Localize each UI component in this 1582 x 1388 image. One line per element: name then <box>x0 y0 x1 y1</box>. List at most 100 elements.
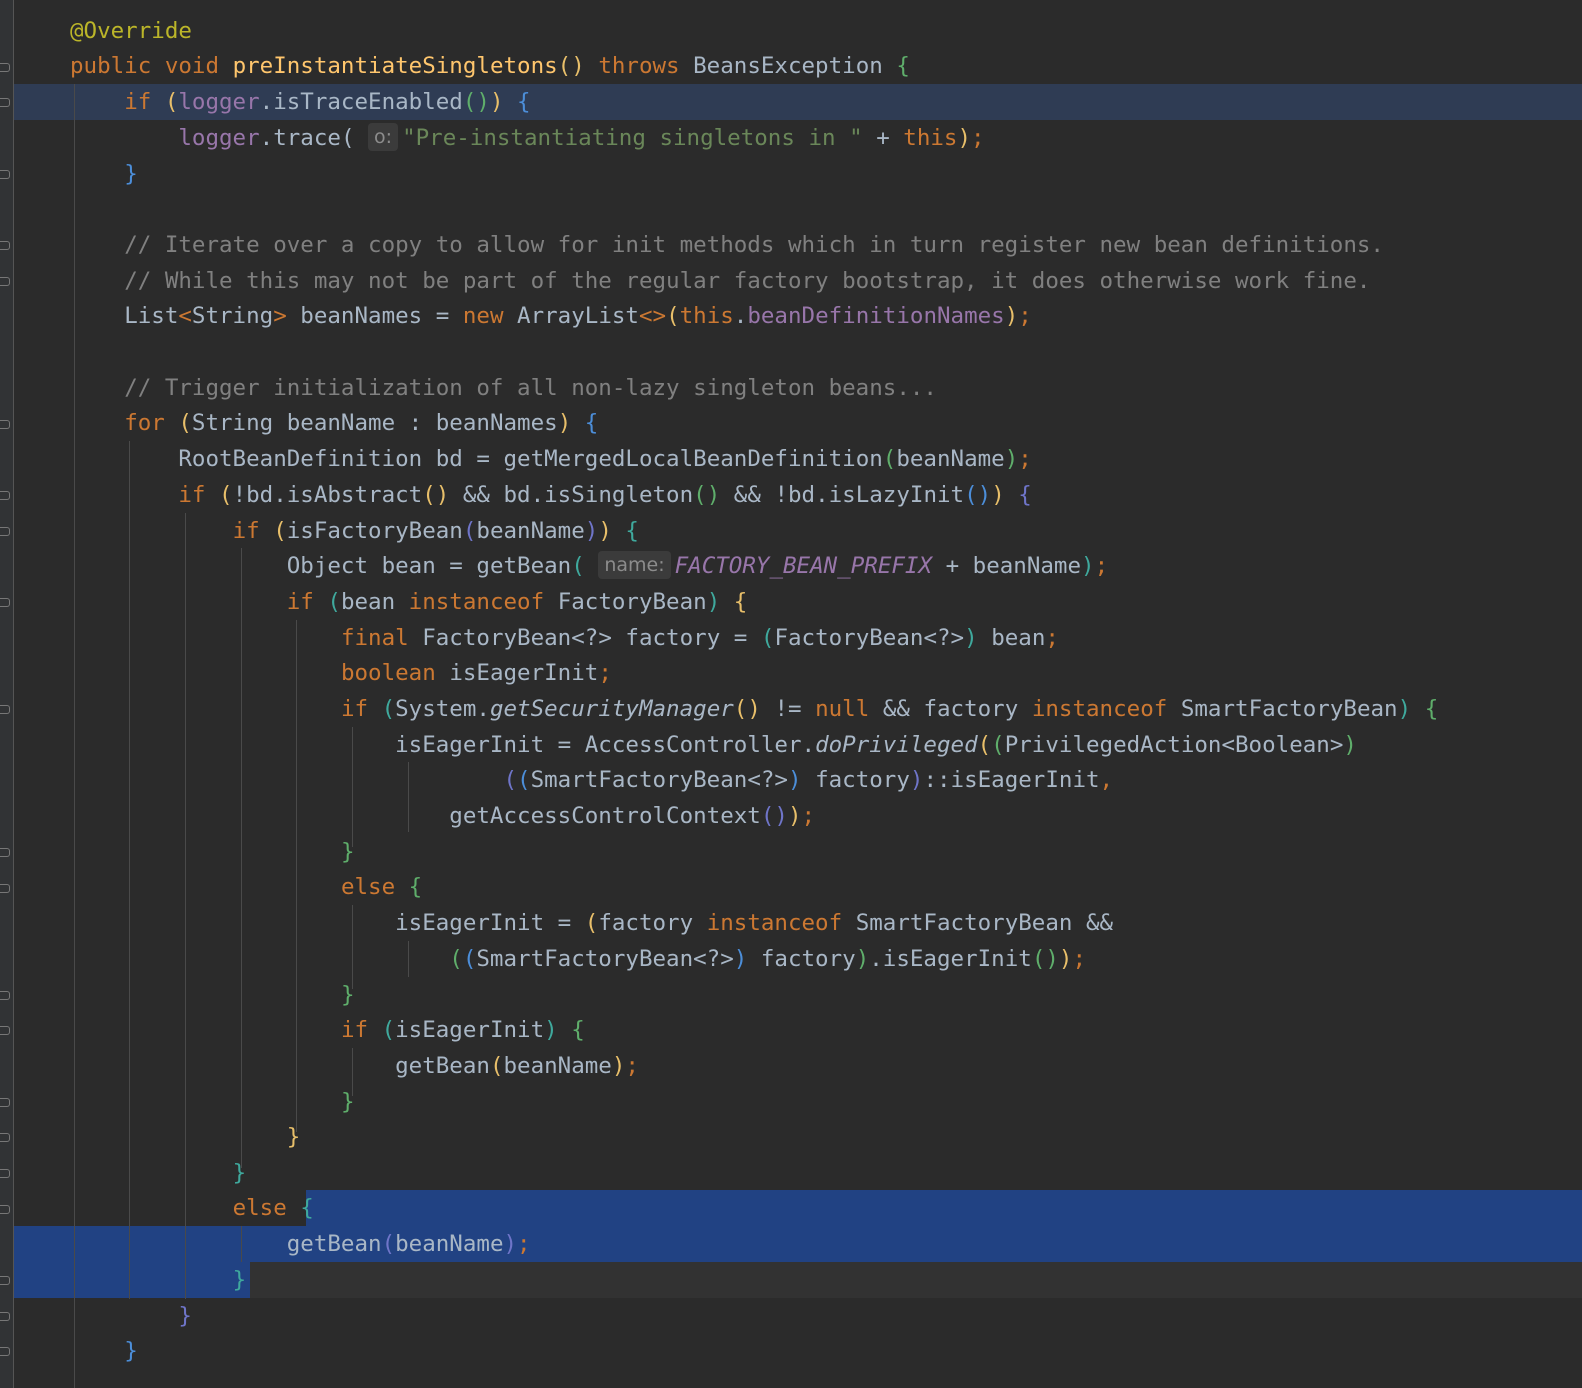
editor-gutter[interactable] <box>0 0 14 1388</box>
fold-marker-icon[interactable] <box>0 848 10 857</box>
fold-marker-icon[interactable] <box>0 1347 10 1356</box>
keyword-token: public <box>70 53 152 79</box>
comment-token: // Iterate over a copy to allow for init… <box>124 232 1384 258</box>
operator-token: + <box>876 125 890 151</box>
fold-marker-icon[interactable] <box>0 527 10 536</box>
code-line-20[interactable]: if (System.getSecurityManager() != null … <box>70 691 1438 727</box>
code-editor[interactable]: @Override public void preInstantiateSing… <box>0 0 1582 1388</box>
parameter-hint: o: <box>368 123 399 151</box>
fold-marker-icon[interactable] <box>0 170 10 179</box>
type-token: String <box>191 410 274 436</box>
keyword-token: else <box>232 1195 287 1221</box>
method-call-token: doPrivileged <box>815 732 978 758</box>
keyword-token: if <box>340 696 369 722</box>
code-line-37[interactable]: } <box>70 1298 192 1334</box>
fold-marker-icon[interactable] <box>0 98 10 107</box>
code-line-15[interactable]: if (isFactoryBean(beanName)) { <box>70 513 639 549</box>
code-line-25[interactable]: else { <box>70 869 422 905</box>
string-token: "Pre-instantiating singletons in " <box>402 125 863 151</box>
code-line-14[interactable]: if (!bd.isAbstract() && bd.isSingleton()… <box>70 477 1031 513</box>
keyword-token: throws <box>598 53 680 79</box>
method-call-token: getAccessControlContext <box>449 803 761 829</box>
fold-marker-icon[interactable] <box>0 277 10 286</box>
fold-marker-icon[interactable] <box>0 1133 10 1142</box>
code-line-35[interactable]: getBean(beanName); <box>70 1226 531 1262</box>
code-line-11[interactable]: // Trigger initialization of all non-laz… <box>70 370 937 406</box>
code-line-34[interactable]: else { <box>70 1190 314 1226</box>
keyword-token: null <box>815 696 870 722</box>
keyword-token: instanceof <box>1031 696 1168 722</box>
code-line-16[interactable]: Object bean = getBean( name: FACTORY_BEAN… <box>70 548 1108 584</box>
type-token: List <box>124 303 179 329</box>
code-line-1[interactable]: @Override <box>70 13 192 49</box>
fold-marker-icon[interactable] <box>0 420 10 429</box>
method-call-token: getBean <box>395 1053 490 1079</box>
code-line-19[interactable]: boolean isEagerInit; <box>70 655 612 691</box>
method-call-token: getMergedLocalBeanDefinition <box>503 446 883 472</box>
type-token: SmartFactoryBean <box>855 910 1073 936</box>
code-line-9[interactable]: List<String> beanNames = new ArrayList<>… <box>70 298 1032 334</box>
method-call-token: bd.isSingleton <box>503 482 694 508</box>
variable-token: beanNames <box>300 303 423 329</box>
code-line-33[interactable]: } <box>70 1155 247 1191</box>
fold-marker-icon[interactable] <box>0 491 10 500</box>
method-reference-token: ::isEagerInit <box>923 767 1100 793</box>
code-line-21[interactable]: isEagerInit = AccessController.doPrivile… <box>70 727 1357 763</box>
keyword-token: for <box>124 410 165 436</box>
type-token: AccessController <box>584 732 802 758</box>
code-line-3[interactable]: if (logger.isTraceEnabled()) { <box>70 84 530 120</box>
keyword-token: if <box>340 1017 369 1043</box>
keyword-token: void <box>164 53 220 79</box>
keyword-token: else <box>340 874 396 900</box>
code-line-36[interactable]: } <box>70 1262 247 1298</box>
operator-token: != <box>774 696 802 722</box>
fold-marker-icon[interactable] <box>0 991 10 1000</box>
fold-marker-icon[interactable] <box>0 1026 10 1035</box>
variable-token: factory <box>598 910 694 936</box>
code-line-17[interactable]: if (bean instanceof FactoryBean) { <box>70 584 748 620</box>
variable-token: bd <box>435 446 463 472</box>
code-line-26[interactable]: isEagerInit = (factory instanceof SmartF… <box>70 905 1113 941</box>
code-line-18[interactable]: final FactoryBean<?> factory = (FactoryB… <box>70 620 1059 656</box>
fold-marker-icon[interactable] <box>0 63 10 72</box>
keyword-token: if <box>124 89 152 115</box>
method-call-token: getSecurityManager <box>489 696 734 722</box>
code-line-12[interactable]: for (String beanName : beanNames) { <box>70 405 598 441</box>
code-line-31[interactable]: } <box>70 1084 355 1120</box>
variable-token: bean <box>340 589 396 615</box>
fold-marker-icon[interactable] <box>0 1276 10 1285</box>
code-line-24[interactable]: } <box>70 834 355 870</box>
code-line-8[interactable]: // While this may not be part of the reg… <box>70 263 1370 299</box>
fold-marker-icon[interactable] <box>0 241 10 250</box>
code-line-38[interactable]: } <box>70 1333 138 1369</box>
code-line-30[interactable]: getBean(beanName); <box>70 1048 639 1084</box>
code-line-27[interactable]: ((SmartFactoryBean<?>) factory).isEagerI… <box>70 941 1086 977</box>
code-line-7[interactable]: // Iterate over a copy to allow for init… <box>70 227 1384 263</box>
code-line-5[interactable]: } <box>70 156 138 192</box>
fold-marker-icon[interactable] <box>0 1169 10 1178</box>
code-line-32[interactable]: } <box>70 1119 301 1155</box>
method-call-token: getBean <box>476 553 572 579</box>
code-line-29[interactable]: if (isEagerInit) { <box>70 1012 585 1048</box>
fold-marker-icon[interactable] <box>0 1312 10 1321</box>
fold-marker-icon[interactable] <box>0 884 10 893</box>
code-line-4[interactable]: logger.trace( o: "Pre-instantiating singl… <box>70 120 985 156</box>
variable-token: bean <box>381 553 436 579</box>
keyword-token: this <box>679 303 734 329</box>
fold-marker-icon[interactable] <box>0 1205 10 1214</box>
operator-token: + <box>945 553 960 579</box>
method-call-token: isFactoryBean <box>286 518 463 544</box>
fold-marker-icon[interactable] <box>0 598 10 607</box>
operator-token: && <box>882 696 910 722</box>
constant-token: FACTORY_BEAN_PREFIX <box>674 553 933 579</box>
variable-token: bean <box>991 625 1046 651</box>
keyword-token: instanceof <box>706 910 843 936</box>
selection-highlight <box>306 1190 1582 1226</box>
fold-marker-icon[interactable] <box>0 705 10 714</box>
code-line-13[interactable]: RootBeanDefinition bd = getMergedLocalBe… <box>70 441 1031 477</box>
code-line-28[interactable]: } <box>70 977 355 1013</box>
code-line-2[interactable]: public void preInstantiateSingletons() t… <box>70 48 910 84</box>
code-line-22[interactable]: ((SmartFactoryBean<?>) factory)::isEager… <box>70 762 1113 798</box>
code-line-23[interactable]: getAccessControlContext()); <box>70 798 815 834</box>
fold-marker-icon[interactable] <box>0 1098 10 1107</box>
